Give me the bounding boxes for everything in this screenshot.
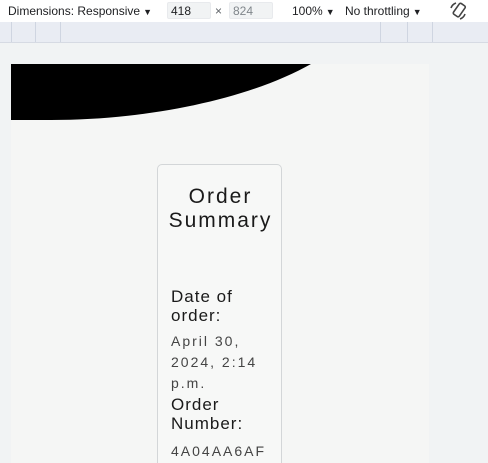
device-viewport: Order Summary Date of order: April 30, 2… <box>11 64 429 463</box>
order-number-value: 4A04AA6AF <box>171 443 267 459</box>
header-shape <box>11 64 311 120</box>
throttling-label: No throttling <box>345 4 410 18</box>
order-number-label: Order Number: <box>171 395 244 433</box>
media-query-segment[interactable] <box>11 22 12 42</box>
chevron-down-icon: ▼ <box>143 7 152 17</box>
chevron-down-icon: ▼ <box>412 7 422 17</box>
media-query-bar <box>0 22 488 43</box>
dimensions-label: Dimensions: Responsive <box>8 4 141 18</box>
media-query-segment[interactable] <box>407 22 408 42</box>
dimensions-dropdown[interactable]: Dimensions: Responsive ▼ <box>8 3 152 20</box>
chevron-down-icon: ▼ <box>325 7 335 17</box>
zoom-dropdown[interactable]: 100% ▼ <box>292 3 335 20</box>
height-input[interactable]: 824 <box>229 2 273 19</box>
width-input[interactable]: 418 <box>167 2 211 19</box>
date-value: April 30, 2024, 2:14 p.m. <box>171 333 258 391</box>
page-title: Order Summary <box>168 185 273 232</box>
media-query-segment[interactable] <box>60 22 61 42</box>
zoom-label: 100% <box>292 4 323 18</box>
throttling-dropdown[interactable]: No throttling ▼ <box>345 3 422 20</box>
order-summary-card: Order Summary Date of order: April 30, 2… <box>157 164 282 463</box>
media-query-segment[interactable] <box>380 22 381 42</box>
media-query-segment[interactable] <box>35 22 36 42</box>
date-label: Date of order: <box>171 287 233 325</box>
media-query-segment[interactable] <box>432 22 433 42</box>
rotate-icon[interactable] <box>447 0 469 22</box>
dimension-separator: × <box>215 4 223 18</box>
device-toolbar: Dimensions: Responsive ▼ 418 × 824 100% ▼ … <box>0 0 488 22</box>
